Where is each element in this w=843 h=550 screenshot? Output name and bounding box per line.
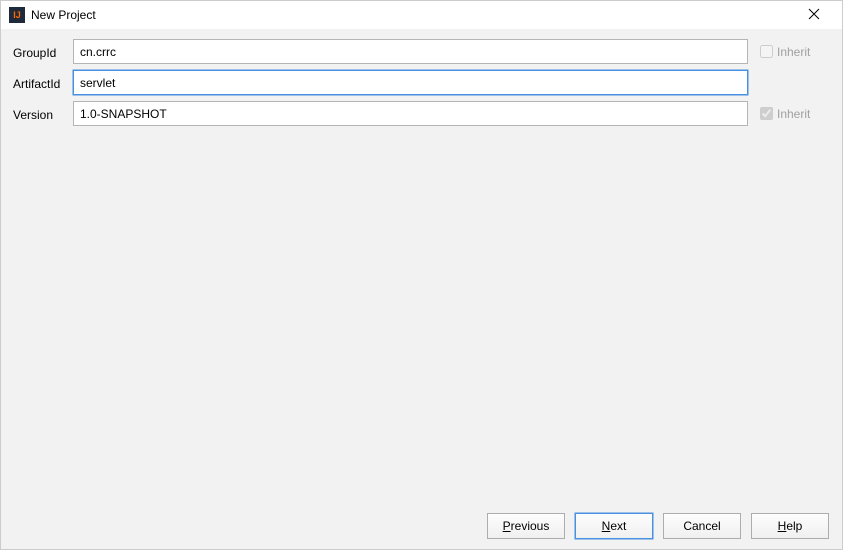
help-rest: elp	[786, 519, 802, 533]
version-input[interactable]	[73, 101, 748, 126]
next-button[interactable]: Next	[575, 513, 653, 539]
form-area: GroupId Inherit ArtifactId Version Inher…	[1, 29, 842, 126]
groupid-inherit[interactable]: Inherit	[760, 45, 830, 59]
version-inherit[interactable]: Inherit	[760, 107, 830, 121]
groupid-input[interactable]	[73, 39, 748, 64]
app-icon: IJ	[9, 7, 25, 23]
row-groupid: GroupId Inherit	[13, 39, 830, 64]
close-button[interactable]	[794, 1, 834, 29]
titlebar: IJ New Project	[1, 1, 842, 29]
groupid-inherit-label: Inherit	[777, 45, 810, 59]
button-bar: Previous Next Cancel Help	[0, 502, 843, 550]
artifactid-label: ArtifactId	[13, 74, 73, 91]
version-inherit-label: Inherit	[777, 107, 810, 121]
next-rest: ext	[610, 519, 626, 533]
groupid-label: GroupId	[13, 43, 73, 60]
version-inherit-checkbox[interactable]	[760, 107, 773, 120]
artifactid-input[interactable]	[73, 70, 748, 95]
row-artifactid: ArtifactId	[13, 70, 830, 95]
cancel-button[interactable]: Cancel	[663, 513, 741, 539]
window-title: New Project	[31, 8, 794, 22]
row-version: Version Inherit	[13, 101, 830, 126]
close-icon	[808, 7, 820, 23]
groupid-inherit-checkbox[interactable]	[760, 45, 773, 58]
previous-button[interactable]: Previous	[487, 513, 565, 539]
previous-rest: revious	[511, 519, 550, 533]
version-label: Version	[13, 105, 73, 122]
help-button[interactable]: Help	[751, 513, 829, 539]
